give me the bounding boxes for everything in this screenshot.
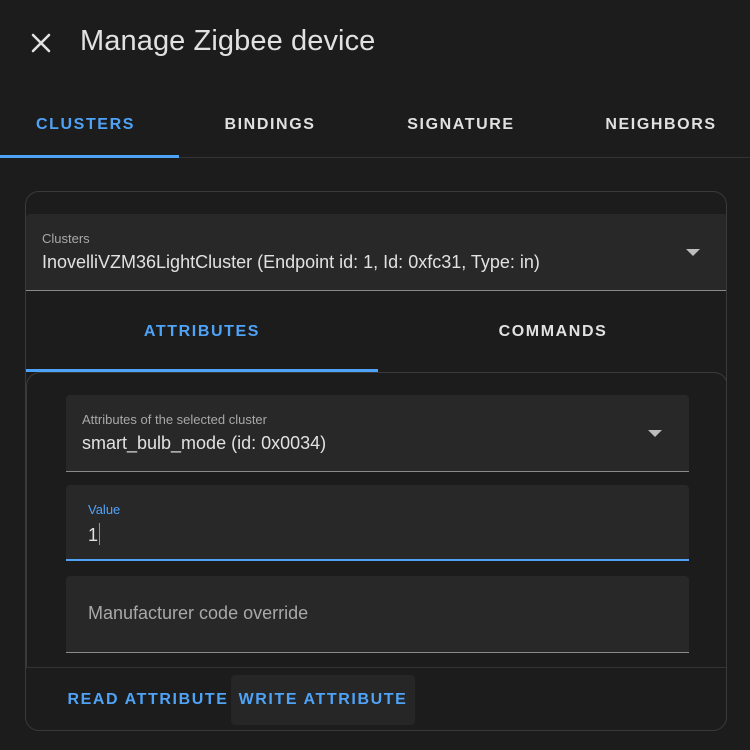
device-tabs: CLUSTERS BINDINGS SIGNATURE NEIGHBORS — [0, 92, 750, 158]
cluster-select-label: Clusters — [42, 231, 90, 246]
attributes-panel: Attributes of the selected cluster smart… — [26, 372, 726, 667]
value-field[interactable]: Value 1 — [66, 485, 689, 561]
tab-clusters[interactable]: CLUSTERS — [0, 92, 171, 158]
dialog-title: Manage Zigbee device — [80, 25, 376, 57]
attribute-select[interactable]: Attributes of the selected cluster smart… — [66, 395, 689, 472]
tab-signature[interactable]: SIGNATURE — [370, 92, 552, 158]
cluster-select[interactable]: Clusters InovelliVZM36LightCluster (Endp… — [26, 214, 726, 291]
tab-neighbors[interactable]: NEIGHBORS — [572, 92, 750, 158]
write-attribute-button[interactable]: WRITE ATTRIBUTE — [231, 675, 415, 725]
manufacturer-code-field[interactable]: Manufacturer code override — [66, 576, 689, 653]
attribute-select-label: Attributes of the selected cluster — [82, 412, 267, 427]
value-field-text: 1 — [88, 525, 99, 545]
read-attribute-button[interactable]: READ ATTRIBUTE — [48, 675, 248, 725]
chevron-down-icon — [648, 430, 662, 437]
tab-bindings[interactable]: BINDINGS — [180, 92, 360, 158]
manage-zigbee-dialog: Manage Zigbee device CLUSTERS BINDINGS S… — [0, 0, 750, 750]
clusters-card: Clusters InovelliVZM36LightCluster (Endp… — [25, 191, 727, 731]
attribute-select-value: smart_bulb_mode (id: 0x0034) — [82, 433, 327, 453]
text-cursor — [99, 523, 101, 545]
tab-commands[interactable]: COMMANDS — [378, 292, 726, 372]
value-field-input[interactable]: 1 — [88, 523, 101, 546]
dialog-header: Manage Zigbee device — [0, 0, 750, 88]
manufacturer-code-placeholder: Manufacturer code override — [88, 603, 309, 623]
close-icon — [31, 33, 51, 53]
close-button[interactable] — [22, 24, 60, 62]
value-field-label: Value — [88, 502, 121, 517]
active-tab-indicator — [0, 155, 179, 158]
attribute-actions: READ ATTRIBUTE WRITE ATTRIBUTE — [26, 667, 726, 730]
tab-attributes[interactable]: ATTRIBUTES — [26, 292, 378, 372]
cluster-select-value: InovelliVZM36LightCluster (Endpoint id: … — [42, 252, 540, 272]
cluster-sub-tabs: ATTRIBUTES COMMANDS — [26, 292, 726, 372]
chevron-down-icon — [686, 249, 700, 256]
